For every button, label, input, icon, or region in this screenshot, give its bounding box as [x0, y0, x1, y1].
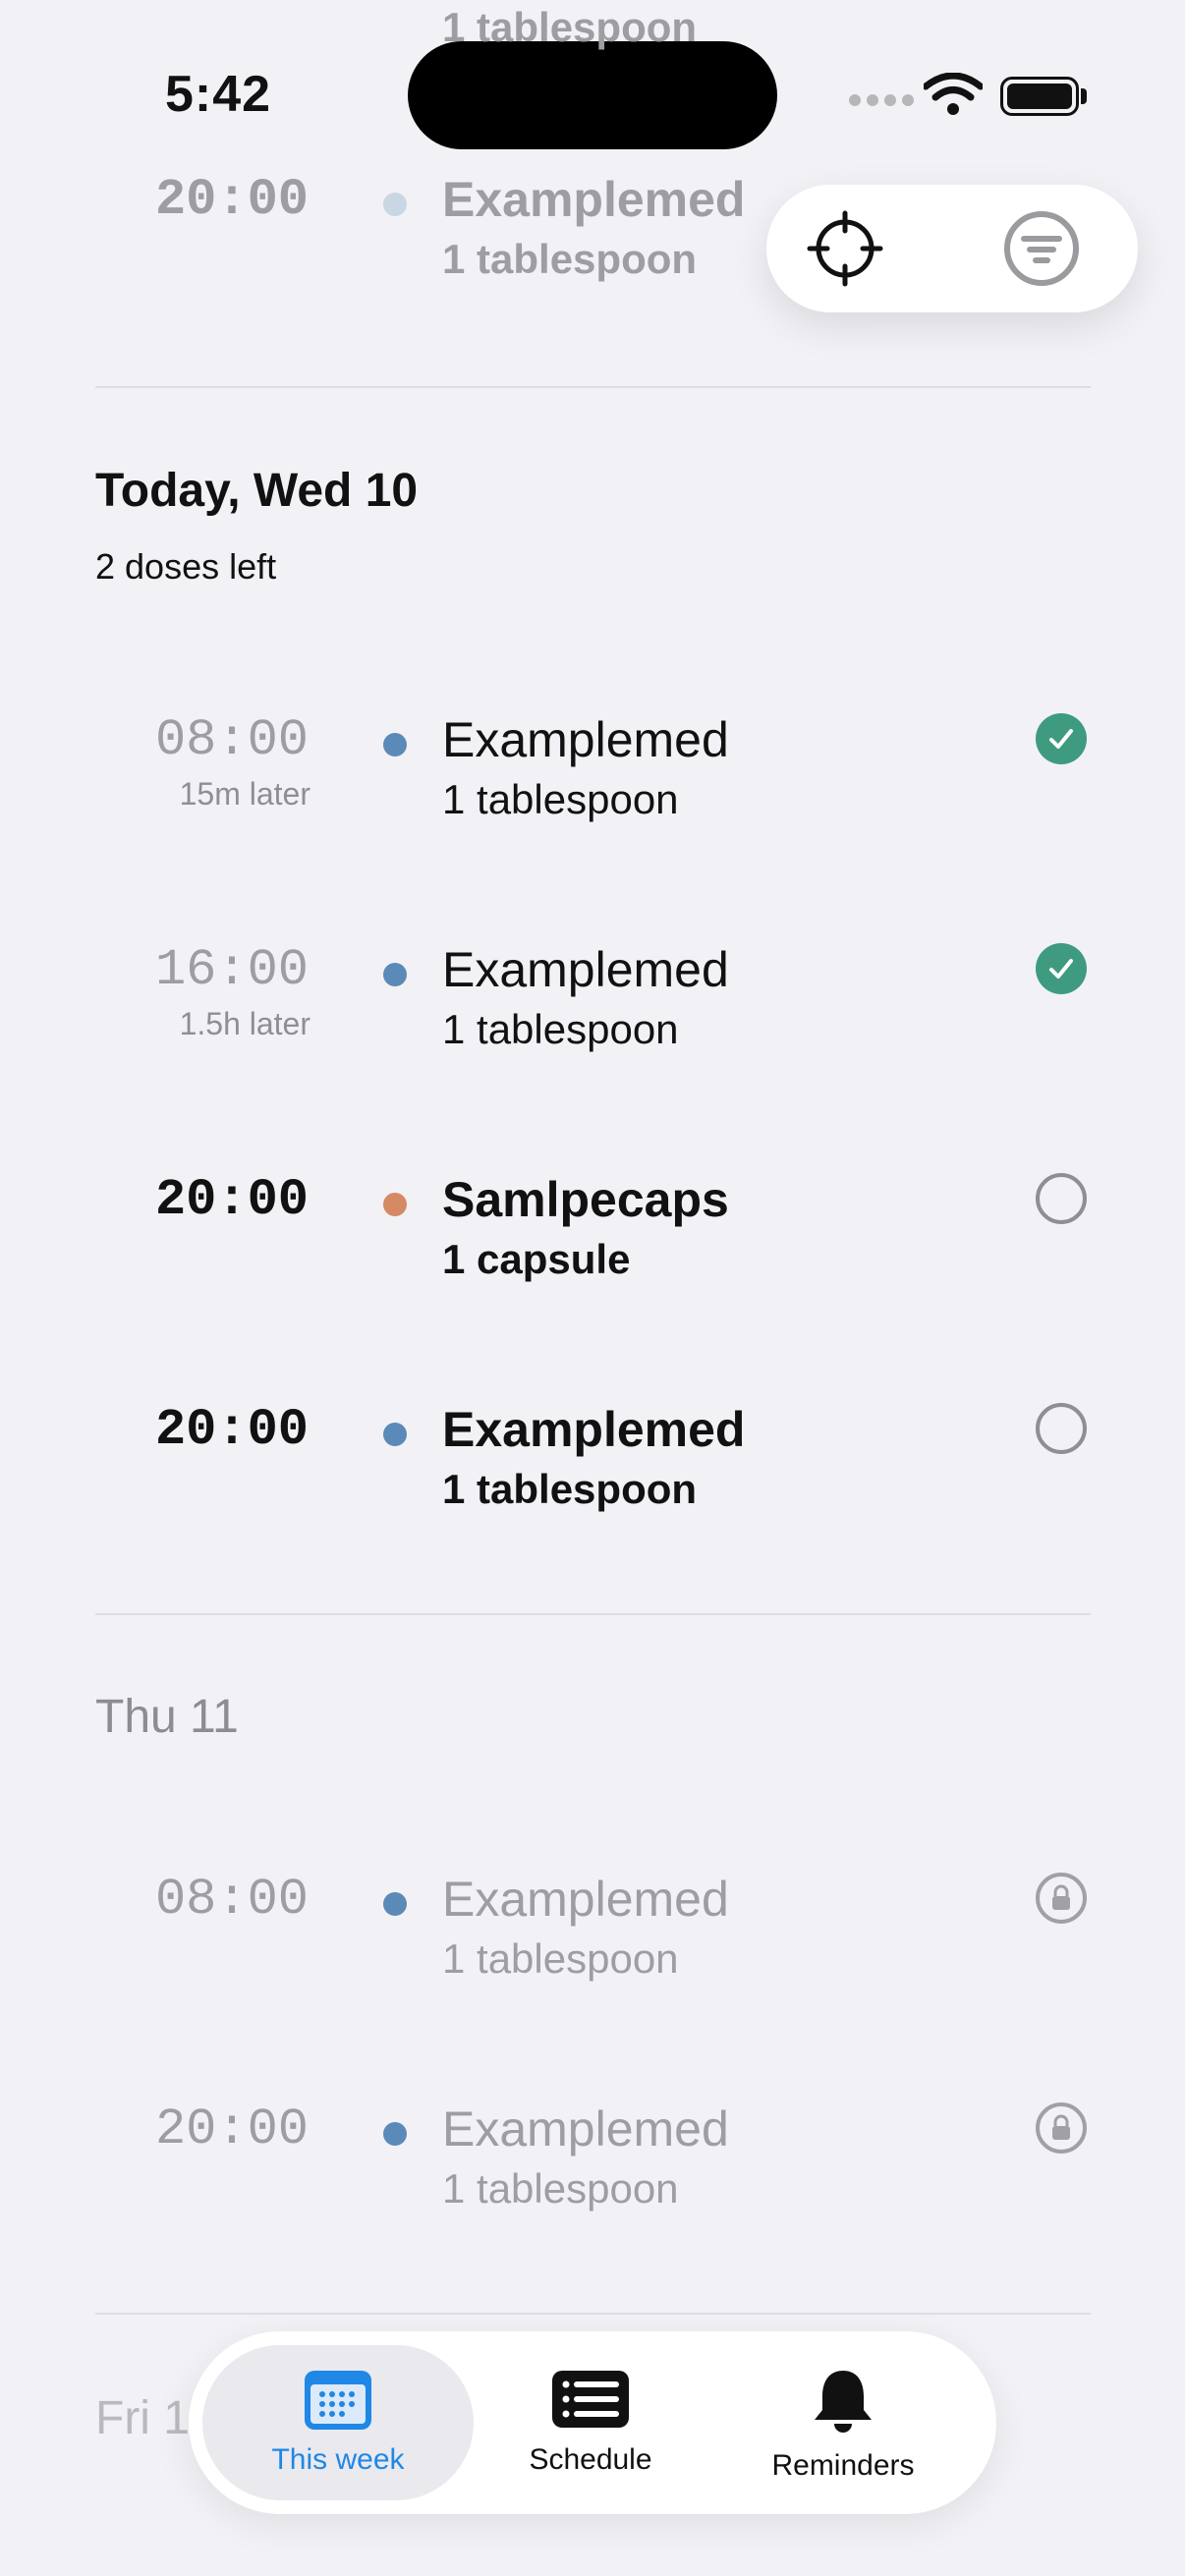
prev-dose-partial: 1 tablespoon — [442, 4, 698, 50]
tab-schedule[interactable]: Schedule — [463, 2367, 718, 2477]
med-name: Samlpecaps — [442, 1172, 729, 1227]
tab-label: This week — [271, 2443, 405, 2476]
status-time: 5:42 — [165, 66, 272, 123]
med-color-dot — [383, 2122, 407, 2146]
tab-this-week[interactable]: This week — [210, 2367, 466, 2477]
battery-icon — [1000, 77, 1079, 116]
section-title-thursday: Thu 11 — [95, 1691, 239, 1743]
section-divider — [95, 386, 1091, 388]
tab-label: Reminders — [771, 2449, 915, 2482]
dose-row[interactable]: 08:00 Examplemed 1 tablespoon — [0, 1867, 1185, 2014]
doses-left-label: 2 doses left — [95, 546, 277, 587]
tab-reminders[interactable]: Reminders — [715, 2367, 971, 2483]
locate-today-button[interactable] — [806, 209, 884, 288]
tab-label: Schedule — [529, 2443, 652, 2476]
med-color-dot — [383, 1892, 407, 1916]
med-dose: 1 capsule — [442, 1236, 631, 1282]
med-name: Examplemed — [442, 1402, 746, 1457]
med-color-dot — [383, 193, 407, 216]
cellular-signal-icon — [849, 94, 914, 106]
dose-taken-note: 1.5h later — [179, 1006, 310, 1041]
dose-time: 16:00 — [154, 941, 309, 999]
section-divider — [95, 2313, 1091, 2315]
med-color-dot — [383, 1193, 407, 1216]
mark-taken-circle-button[interactable] — [1036, 1403, 1087, 1454]
section-divider — [95, 1613, 1091, 1615]
dynamic-island — [408, 41, 777, 149]
checkmark-icon — [1049, 729, 1073, 749]
med-color-dot — [383, 1423, 407, 1446]
dose-time: 20:00 — [154, 171, 309, 229]
med-dose: 1 tablespoon — [442, 1935, 679, 1982]
filter-icon — [1004, 211, 1079, 286]
dose-time: 08:00 — [154, 1871, 309, 1929]
filter-button[interactable] — [1002, 209, 1081, 288]
mark-taken-circle-button[interactable] — [1036, 1173, 1087, 1224]
med-color-dot — [383, 963, 407, 986]
checkmark-icon — [1049, 959, 1073, 979]
med-name: Examplemed — [442, 712, 729, 767]
locked-dose-indicator — [1036, 2102, 1087, 2154]
taken-checkmark-button[interactable] — [1036, 943, 1087, 994]
med-name: Examplemed — [442, 2101, 729, 2156]
locked-dose-indicator — [1036, 1873, 1087, 1924]
med-name: Examplemed — [442, 1872, 729, 1927]
med-name: Examplemed — [442, 942, 729, 997]
dose-row[interactable]: 20:00 Examplemed 1 tablespoon — [0, 2097, 1185, 2244]
dose-time: 08:00 — [154, 711, 309, 769]
battery-tip — [1081, 88, 1087, 104]
lock-icon — [1052, 1884, 1070, 1910]
dose-time: 20:00 — [154, 1171, 309, 1229]
section-title-today: Today, Wed 10 — [95, 465, 419, 517]
med-dose: 1 tablespoon — [442, 236, 698, 282]
dose-taken-note: 15m later — [179, 776, 310, 812]
med-color-dot — [383, 733, 407, 756]
med-dose: 1 tablespoon — [442, 1466, 698, 1512]
bottom-tab-bar: This week Schedule Reminders — [189, 2331, 996, 2514]
wifi-icon — [924, 73, 983, 115]
crosshair-icon — [807, 210, 883, 287]
dose-row[interactable]: 20:00 Examplemed 1 tablespoon — [0, 1397, 1185, 1544]
dose-row[interactable]: 16:00 1.5h later Examplemed 1 tablespoon — [0, 937, 1185, 1085]
med-dose: 1 tablespoon — [442, 1006, 679, 1052]
dose-time: 20:00 — [154, 1401, 309, 1459]
list-icon — [552, 2371, 629, 2428]
bell-icon — [815, 2371, 872, 2433]
dose-row[interactable]: 08:00 15m later Examplemed 1 tablespoon — [0, 707, 1185, 855]
dose-time: 20:00 — [154, 2100, 309, 2158]
calendar-icon — [305, 2371, 371, 2430]
med-name: Examplemed — [442, 172, 746, 227]
dose-row[interactable]: 20:00 Samlpecaps 1 capsule — [0, 1167, 1185, 1315]
lock-icon — [1052, 2114, 1070, 2140]
med-dose: 1 tablespoon — [442, 2165, 679, 2212]
med-dose: 1 tablespoon — [442, 776, 679, 822]
taken-checkmark-button[interactable] — [1036, 713, 1087, 764]
top-action-pill — [766, 185, 1138, 312]
